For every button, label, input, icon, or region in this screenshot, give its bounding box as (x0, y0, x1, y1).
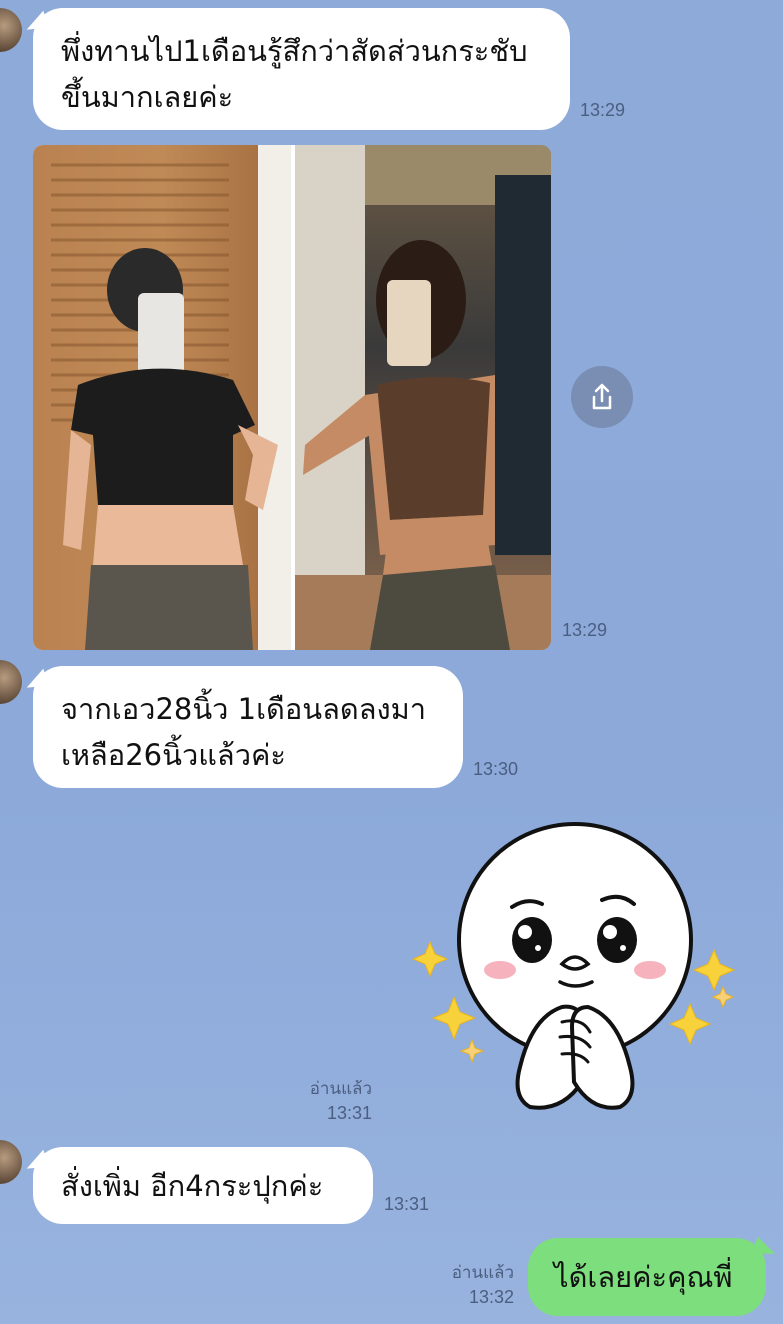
message-bubble[interactable]: สั่งเพิ่ม อีก4กระปุกค่ะ (33, 1147, 373, 1224)
message-text-line: เหลือ26นิ้วแล้วค่ะ (61, 738, 286, 772)
crying-moon-sticker (411, 822, 736, 1110)
message-timestamp: 13:29 (580, 100, 626, 120)
sender-avatar[interactable] (0, 8, 22, 52)
message-timestamp: 13:32 (468, 1287, 514, 1307)
photo-message[interactable] (33, 145, 551, 650)
read-label: อ่านแล้ว (451, 1263, 514, 1283)
share-icon (592, 383, 612, 410)
before-photo-illustration (51, 145, 291, 650)
message-text-line: ขึ้นมากเลยค่ะ (61, 80, 234, 114)
message-timestamp: 13:31 (326, 1103, 372, 1123)
message-timestamp: 13:29 (562, 620, 608, 640)
after-photo[interactable] (295, 145, 551, 650)
read-receipt: อ่านแล้ว 13:31 (290, 1078, 372, 1124)
after-photo-illustration (295, 145, 551, 650)
message-text-line: พึ่งทานไป1เดือนรู้สึกว่าสัดส่วนกระชับ (61, 34, 528, 68)
message-text: ได้เลยค่ะคุณพี่ (554, 1260, 733, 1294)
sticker-message[interactable] (411, 822, 742, 1122)
before-photo[interactable] (33, 145, 291, 650)
message-bubble-outgoing[interactable]: ได้เลยค่ะคุณพี่ (528, 1238, 766, 1316)
message-text: สั่งเพิ่ม อีก4กระปุกค่ะ (61, 1169, 324, 1203)
message-timestamp: 13:31 (384, 1194, 430, 1214)
read-label: อ่านแล้ว (309, 1079, 372, 1099)
message-bubble[interactable]: จากเอว28นิ้ว 1เดือนลดลงมา เหลือ26นิ้วแล้… (33, 666, 463, 788)
sender-avatar[interactable] (0, 660, 22, 704)
chat-room: พึ่งทานไป1เดือนรู้สึกว่าสัดส่วนกระชับ ขึ… (0, 0, 783, 1324)
message-text-line: จากเอว28นิ้ว 1เดือนลดลงมา (61, 692, 427, 726)
message-bubble[interactable]: พึ่งทานไป1เดือนรู้สึกว่าสัดส่วนกระชับ ขึ… (33, 8, 570, 130)
share-button[interactable] (571, 366, 633, 428)
message-timestamp: 13:30 (473, 759, 519, 779)
sender-avatar[interactable] (0, 1140, 22, 1184)
read-receipt: อ่านแล้ว 13:32 (430, 1262, 514, 1308)
